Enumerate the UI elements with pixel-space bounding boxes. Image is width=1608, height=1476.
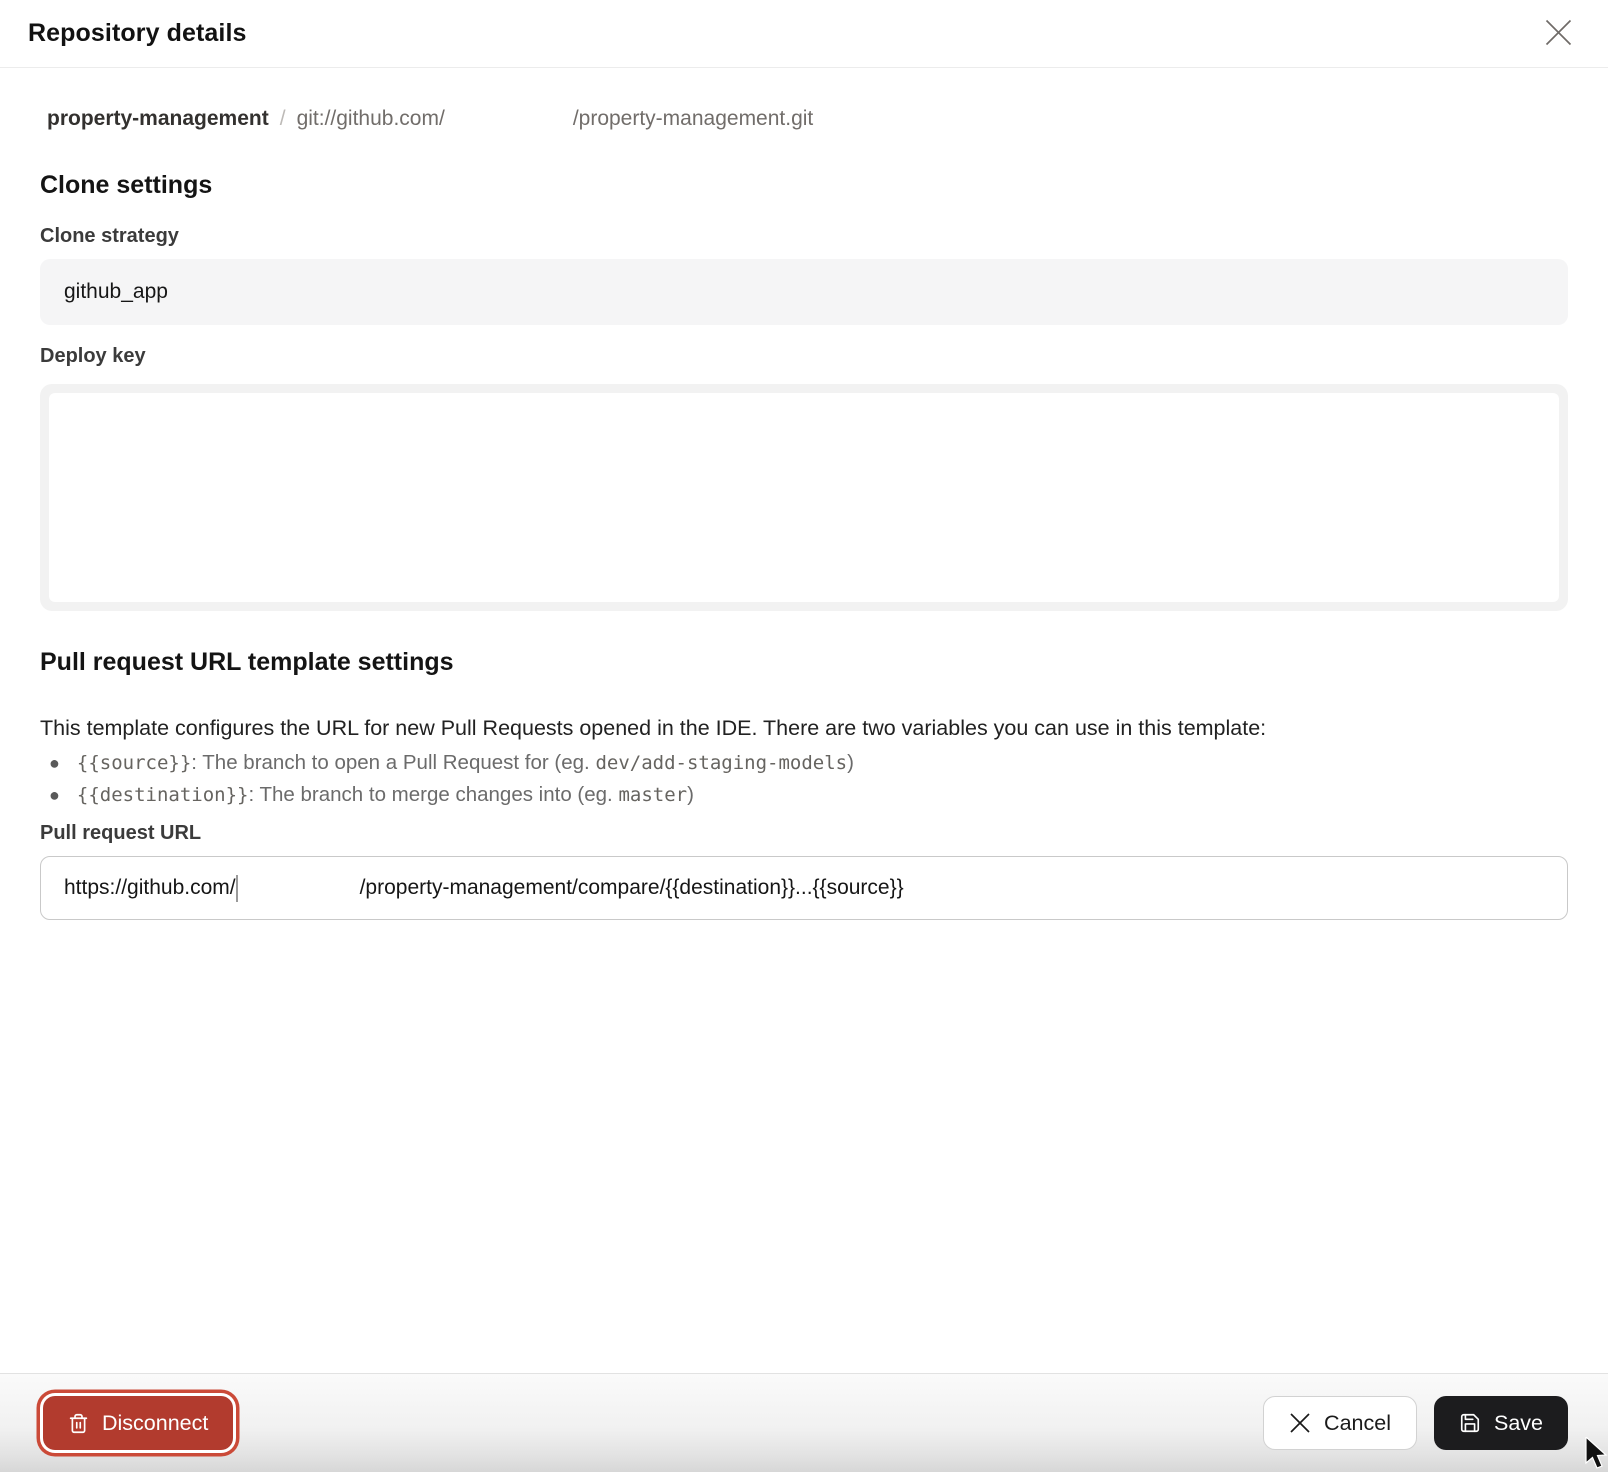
modal-footer: Disconnect Cancel Save bbox=[0, 1373, 1608, 1472]
variable-source-text: : The branch to open a Pull Request for … bbox=[191, 751, 595, 774]
trash-icon bbox=[68, 1412, 89, 1435]
clone-strategy-field: github_app bbox=[40, 259, 1568, 325]
save-button-label: Save bbox=[1494, 1411, 1543, 1436]
save-button[interactable]: Save bbox=[1434, 1396, 1568, 1450]
breadcrumb-separator: / bbox=[280, 107, 286, 131]
pull-request-url-label: Pull request URL bbox=[40, 821, 1568, 845]
clone-settings-heading: Clone settings bbox=[40, 170, 1568, 200]
pr-template-description: This template configures the URL for new… bbox=[40, 713, 1568, 743]
modal-title: Repository details bbox=[28, 19, 247, 48]
cancel-x-icon bbox=[1289, 1412, 1311, 1434]
close-icon bbox=[1545, 19, 1572, 49]
variable-destination-example: master bbox=[618, 784, 687, 806]
modal-content: property-management / git://github.com/ … bbox=[0, 68, 1608, 1373]
disconnect-button-label: Disconnect bbox=[102, 1411, 208, 1436]
breadcrumb: property-management / git://github.com/ … bbox=[40, 107, 1568, 131]
repository-details-modal: Repository details property-management /… bbox=[0, 0, 1608, 1472]
text-caret bbox=[236, 875, 238, 902]
clone-strategy-value: github_app bbox=[64, 280, 168, 304]
variable-source-suffix: ) bbox=[847, 751, 854, 774]
breadcrumb-repo-name: property-management bbox=[47, 107, 269, 131]
save-floppy-icon bbox=[1459, 1412, 1481, 1434]
clone-strategy-label: Clone strategy bbox=[40, 224, 1568, 248]
disconnect-button[interactable]: Disconnect bbox=[43, 1396, 233, 1450]
cancel-button[interactable]: Cancel bbox=[1263, 1396, 1417, 1450]
pull-request-url-input[interactable]: https://github.com/ /property-management/… bbox=[40, 856, 1568, 920]
modal-header: Repository details bbox=[0, 0, 1608, 68]
pr-template-heading: Pull request URL template settings bbox=[40, 647, 1568, 677]
pull-request-url-prefix: https://github.com/ bbox=[64, 876, 236, 900]
variable-destination-suffix: ) bbox=[687, 783, 694, 806]
list-item: ● {{source}}: The branch to open a Pull … bbox=[40, 747, 1568, 779]
breadcrumb-url-suffix: /property-management.git bbox=[573, 107, 813, 131]
close-button[interactable] bbox=[1538, 14, 1578, 54]
cancel-button-label: Cancel bbox=[1324, 1411, 1391, 1436]
variable-destination-text: : The branch to merge changes into (eg. bbox=[248, 783, 618, 806]
list-item: ● {{destination}}: The branch to merge c… bbox=[40, 779, 1568, 811]
variable-destination-code: {{destination}} bbox=[77, 784, 249, 806]
mouse-cursor bbox=[1584, 1437, 1608, 1476]
breadcrumb-url-prefix: git://github.com/ bbox=[297, 107, 445, 131]
bullet-icon: ● bbox=[49, 780, 60, 811]
deploy-key-field-frame bbox=[40, 384, 1568, 611]
deploy-key-textarea[interactable] bbox=[49, 393, 1559, 602]
pull-request-url-suffix: /property-management/compare/{{destinati… bbox=[360, 876, 904, 900]
pr-template-variable-list: ● {{source}}: The branch to open a Pull … bbox=[40, 747, 1568, 811]
deploy-key-label: Deploy key bbox=[40, 344, 1568, 368]
bullet-icon: ● bbox=[49, 748, 60, 779]
variable-source-code: {{source}} bbox=[77, 752, 191, 774]
variable-source-example: dev/add-staging-models bbox=[595, 752, 847, 774]
